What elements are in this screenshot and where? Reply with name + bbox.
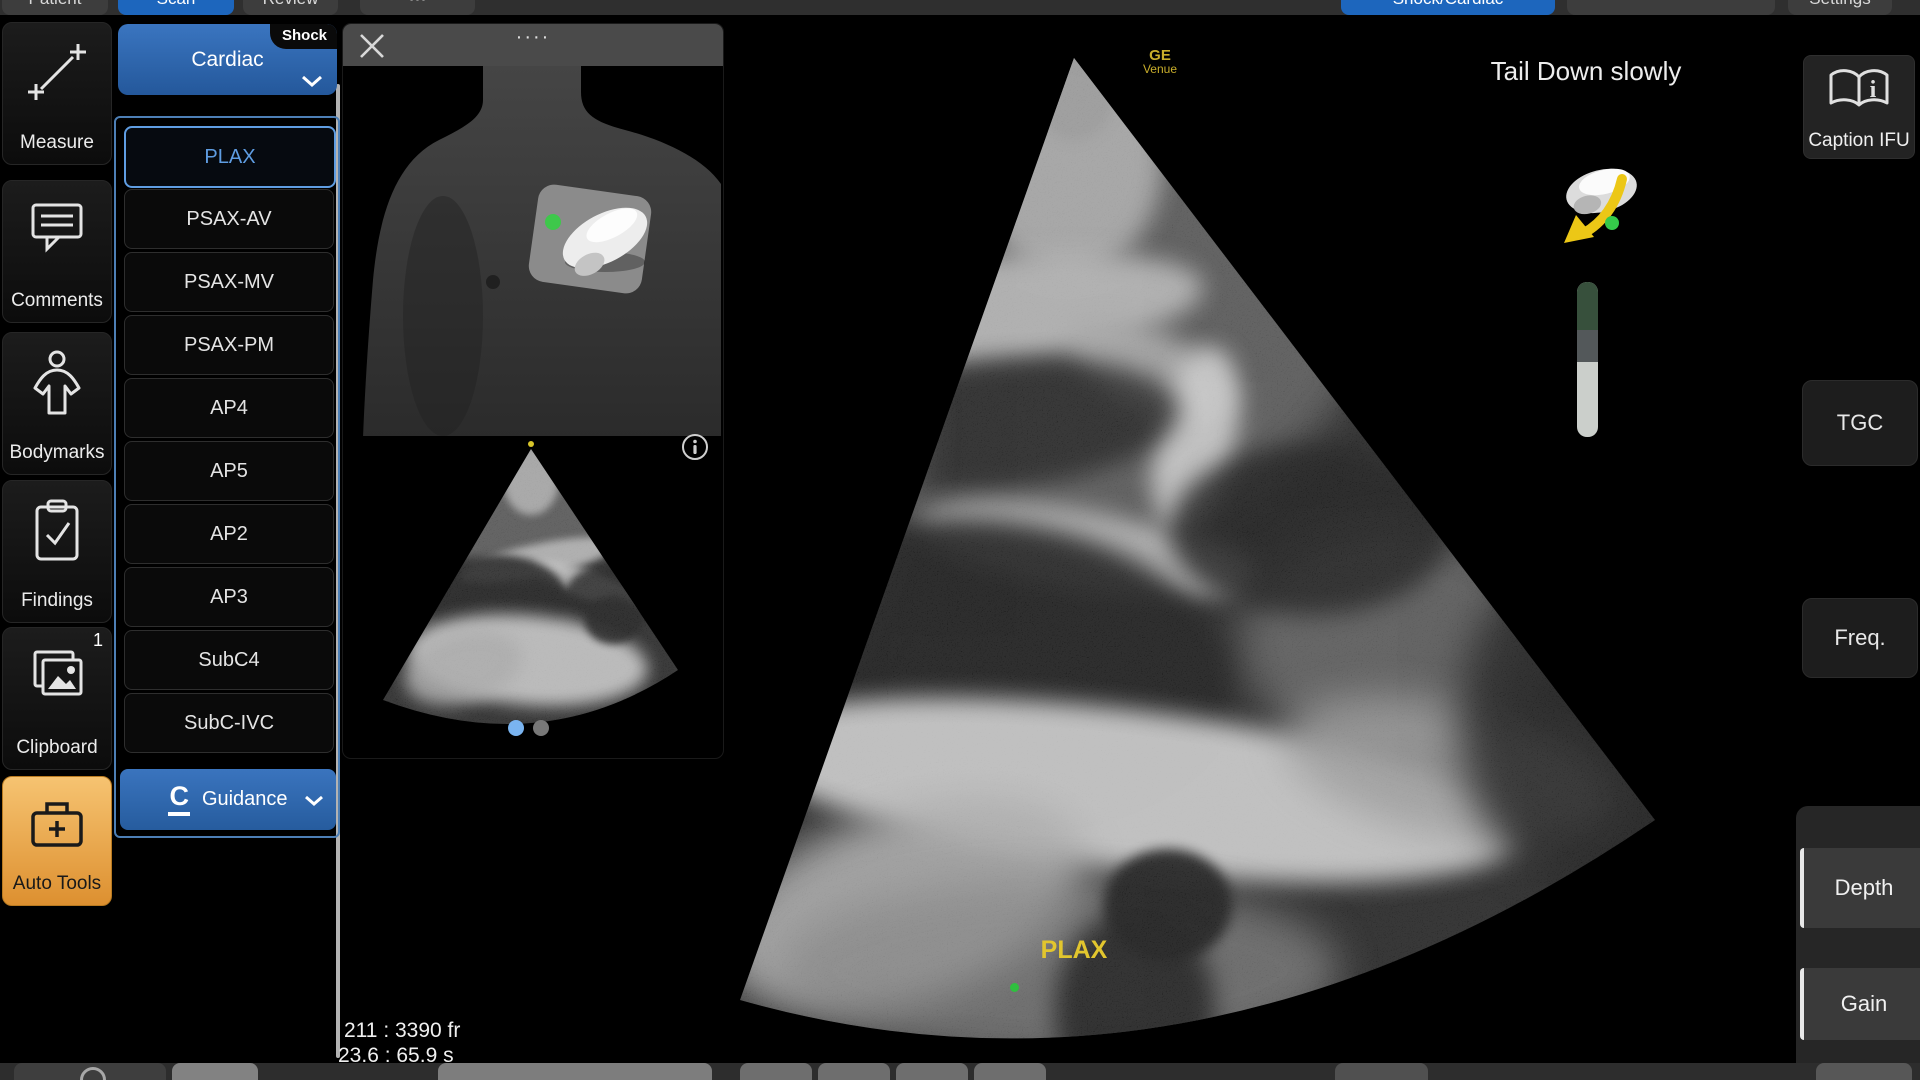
comments-label: Comments xyxy=(11,290,103,312)
bottom-button[interactable] xyxy=(172,1063,258,1080)
bottom-toolbar xyxy=(0,1063,1920,1080)
ge-venue-logo: GE Venue xyxy=(1128,48,1192,76)
preset-ap4[interactable]: AP4 xyxy=(124,378,334,438)
clipboard-label: Clipboard xyxy=(16,737,97,759)
guidance-instruction-text: Tail Down slowly xyxy=(1436,56,1736,87)
auto-tools-button[interactable]: Auto Tools xyxy=(2,776,112,906)
settings-button[interactable]: Settings xyxy=(1788,0,1892,15)
probe-pad-graphic xyxy=(527,183,658,296)
more-tabs-button[interactable]: ••• xyxy=(360,0,475,15)
clipboard-images-icon xyxy=(25,644,89,710)
bottom-freeze-button[interactable] xyxy=(14,1063,166,1080)
comment-bubble-icon xyxy=(25,197,89,263)
progress-segment-top xyxy=(1577,282,1598,330)
caption-ifu-button[interactable]: i Caption IFU xyxy=(1803,55,1915,159)
view-label: PLAX xyxy=(1024,936,1124,965)
ge-logo-text: GE xyxy=(1128,48,1192,63)
tab-scan[interactable]: Scan xyxy=(118,0,234,15)
ifu-book-icon: i xyxy=(1826,64,1892,112)
bodymark-person-icon xyxy=(25,349,89,415)
venue-logo-text: Venue xyxy=(1128,63,1192,76)
shock-cardiac-button[interactable]: Shock/Cardiac xyxy=(1341,0,1555,15)
chevron-down-icon xyxy=(301,75,323,87)
preset-psax-pm[interactable]: PSAX-PM xyxy=(124,315,334,375)
measure-caliper-icon xyxy=(25,39,89,105)
auto-tools-label: Auto Tools xyxy=(13,873,101,895)
measure-label: Measure xyxy=(20,132,94,154)
preset-subc4[interactable]: SubC4 xyxy=(124,630,334,690)
top-bar-blank-button[interactable] xyxy=(1567,0,1775,15)
reference-ultrasound-image xyxy=(343,436,721,726)
tab-review[interactable]: Review xyxy=(243,0,338,15)
guidance-panel-header[interactable]: ···· xyxy=(343,24,723,66)
probe-motion-icon xyxy=(1546,149,1646,255)
caption-ifu-label: Caption IFU xyxy=(1808,130,1909,152)
guidance-panel: ···· xyxy=(343,24,723,758)
bottom-button[interactable] xyxy=(438,1063,712,1080)
bodymarks-button[interactable]: Bodymarks xyxy=(2,332,112,475)
depth-button[interactable]: Depth xyxy=(1800,848,1920,928)
preset-ap2[interactable]: AP2 xyxy=(124,504,334,564)
exam-category-dropdown[interactable]: Cardiac Shock xyxy=(118,24,337,95)
record-circle-icon xyxy=(80,1067,106,1080)
drag-handle-icon[interactable]: ···· xyxy=(343,26,723,49)
progress-segment-middle xyxy=(1577,330,1598,362)
findings-label: Findings xyxy=(21,590,93,612)
guidance-progress-bar xyxy=(1577,282,1598,437)
gain-button[interactable]: Gain xyxy=(1800,968,1920,1040)
pagination-dot-inactive[interactable] xyxy=(533,720,549,736)
info-icon[interactable] xyxy=(681,433,709,461)
bottom-button[interactable] xyxy=(740,1063,812,1080)
preset-plax[interactable]: PLAX xyxy=(124,126,336,188)
preset-psax-av[interactable]: PSAX-AV xyxy=(124,189,334,249)
svg-text:i: i xyxy=(1870,77,1877,103)
shock-mode-badge: Shock xyxy=(270,24,337,49)
chevron-down-icon xyxy=(304,795,324,806)
bottom-button[interactable] xyxy=(1335,1063,1428,1080)
clipboard-count-badge: 1 xyxy=(93,630,103,651)
bottom-button[interactable] xyxy=(818,1063,890,1080)
toolbox-icon xyxy=(25,793,89,853)
freq-button[interactable]: Freq. xyxy=(1802,598,1918,678)
bodymarks-label: Bodymarks xyxy=(9,442,104,464)
clipboard-button[interactable]: 1 Clipboard xyxy=(2,627,112,770)
comments-button[interactable]: Comments xyxy=(2,180,112,323)
measure-button[interactable]: Measure xyxy=(2,22,112,165)
preset-ap3[interactable]: AP3 xyxy=(124,567,334,627)
preset-subc-ivc[interactable]: SubC-IVC xyxy=(124,693,334,753)
bottom-button[interactable] xyxy=(896,1063,968,1080)
preset-ap5[interactable]: AP5 xyxy=(124,441,334,501)
quality-indicator-dot xyxy=(1010,983,1019,992)
probe-placement-illustration xyxy=(343,66,721,438)
preset-psax-mv[interactable]: PSAX-MV xyxy=(124,252,334,312)
frame-counter: 211 : 3390 fr xyxy=(344,1018,460,1043)
ultrasound-app: GE Venue Tail Down slowly PLAX 211 : 339… xyxy=(0,0,1920,1080)
bottom-button[interactable] xyxy=(1816,1063,1912,1080)
caption-c-logo-icon: C xyxy=(168,783,190,816)
tgc-button[interactable]: TGC xyxy=(1802,380,1918,466)
tab-patient[interactable]: Patient xyxy=(2,0,108,15)
exam-category-label: Cardiac xyxy=(191,48,263,72)
bottom-button[interactable] xyxy=(974,1063,1046,1080)
pagination-dot-active[interactable] xyxy=(508,720,524,736)
findings-button[interactable]: Findings xyxy=(2,480,112,623)
findings-clipboard-icon xyxy=(25,497,89,563)
guidance-label: Guidance xyxy=(202,788,288,811)
acquisition-status: 211 : 3390 fr 23.6 : 65.9 s xyxy=(344,1018,460,1068)
guidance-toggle-button[interactable]: C Guidance xyxy=(120,769,336,830)
